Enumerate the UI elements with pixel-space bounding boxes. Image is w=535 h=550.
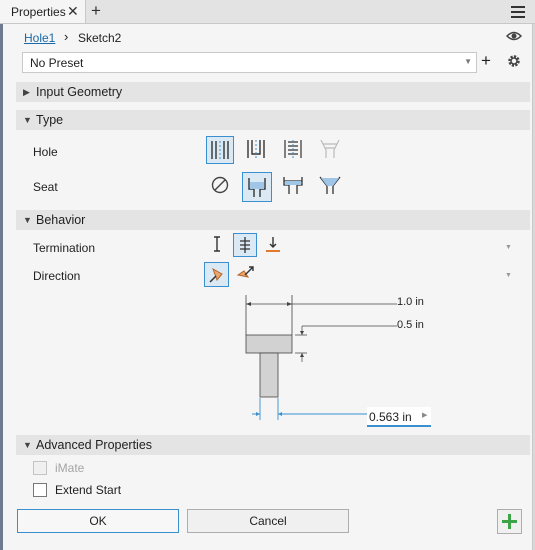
section-title: Input Geometry	[36, 85, 123, 99]
section-input-geometry[interactable]: ▶ Input Geometry	[16, 82, 530, 102]
extend-start-checkbox[interactable]	[33, 483, 47, 497]
to-icon[interactable]	[262, 233, 284, 255]
add-preset-button[interactable]: +	[481, 52, 491, 70]
spotface-icon[interactable]	[280, 172, 308, 200]
cancel-button[interactable]: Cancel	[187, 509, 349, 533]
section-type[interactable]: ▼ Type	[16, 110, 530, 130]
taper-tapped-hole-icon[interactable]	[317, 136, 345, 164]
termination-label: Termination	[33, 241, 96, 255]
preset-dropdown[interactable]: No Preset ▼	[22, 52, 477, 73]
eye-icon[interactable]	[506, 30, 522, 42]
hole-diameter-input[interactable]: 0.563 in ▶	[367, 407, 431, 427]
section-title: Type	[36, 113, 64, 127]
clearance-hole-icon[interactable]	[243, 136, 271, 164]
preset-value: No Preset	[30, 56, 84, 70]
hamburger-menu-icon[interactable]	[511, 6, 525, 21]
panel-edge	[0, 24, 3, 550]
hole-diagram	[245, 295, 397, 420]
apply-plus-button[interactable]	[497, 509, 522, 534]
imate-checkbox[interactable]	[33, 461, 47, 475]
gear-icon[interactable]	[507, 54, 521, 68]
ok-button[interactable]: OK	[17, 509, 179, 533]
hole-label: Hole	[33, 145, 58, 159]
direction-dropdown-arrow[interactable]: ▼	[505, 272, 512, 279]
chevron-right-icon[interactable]: ▶	[422, 411, 427, 419]
distance-icon[interactable]	[206, 233, 228, 255]
extend-start-label: Extend Start	[55, 483, 122, 497]
through-all-icon[interactable]	[233, 233, 257, 257]
direction-label: Direction	[33, 269, 81, 283]
counterbore-diameter-value[interactable]: 1.0 in	[397, 296, 424, 308]
dropdown-arrow-icon: ▼	[464, 57, 472, 66]
add-tab-icon[interactable]: +	[91, 1, 101, 21]
close-icon[interactable]: ✕	[67, 3, 79, 20]
tab-label: Properties	[11, 5, 66, 19]
section-title: Advanced Properties	[36, 438, 153, 452]
section-behavior[interactable]: ▼ Behavior	[16, 210, 530, 230]
flip-direction-icon[interactable]	[235, 263, 257, 285]
hole-diameter-value: 0.563 in	[369, 410, 412, 424]
tapped-hole-icon[interactable]	[280, 136, 308, 164]
seat-label: Seat	[33, 180, 58, 194]
default-direction-icon[interactable]	[204, 262, 229, 287]
chevron-right-icon: ›	[64, 29, 69, 44]
counterbore-depth-value[interactable]: 0.5 in	[397, 319, 424, 331]
plus-icon	[502, 514, 517, 529]
none-icon[interactable]	[207, 172, 235, 200]
termination-dropdown-arrow[interactable]: ▼	[505, 244, 512, 251]
breadcrumb-sketch[interactable]: Sketch2	[78, 31, 121, 45]
countersink-icon[interactable]	[317, 172, 345, 200]
breadcrumb-hole-link[interactable]: Hole1	[24, 31, 55, 45]
simple-hole-icon[interactable]	[206, 136, 234, 164]
imate-label: iMate	[55, 461, 85, 475]
collapse-icon: ▼	[23, 215, 32, 225]
tab-properties[interactable]: Properties ✕	[0, 0, 86, 23]
section-advanced-properties[interactable]: ▼ Advanced Properties	[16, 435, 530, 455]
counterbore-icon[interactable]	[242, 172, 272, 202]
section-title: Behavior	[36, 213, 86, 227]
expand-icon: ▶	[23, 87, 30, 97]
tab-bar: Properties ✕ +	[0, 0, 535, 24]
collapse-icon: ▼	[23, 440, 32, 450]
collapse-icon: ▼	[23, 115, 32, 125]
